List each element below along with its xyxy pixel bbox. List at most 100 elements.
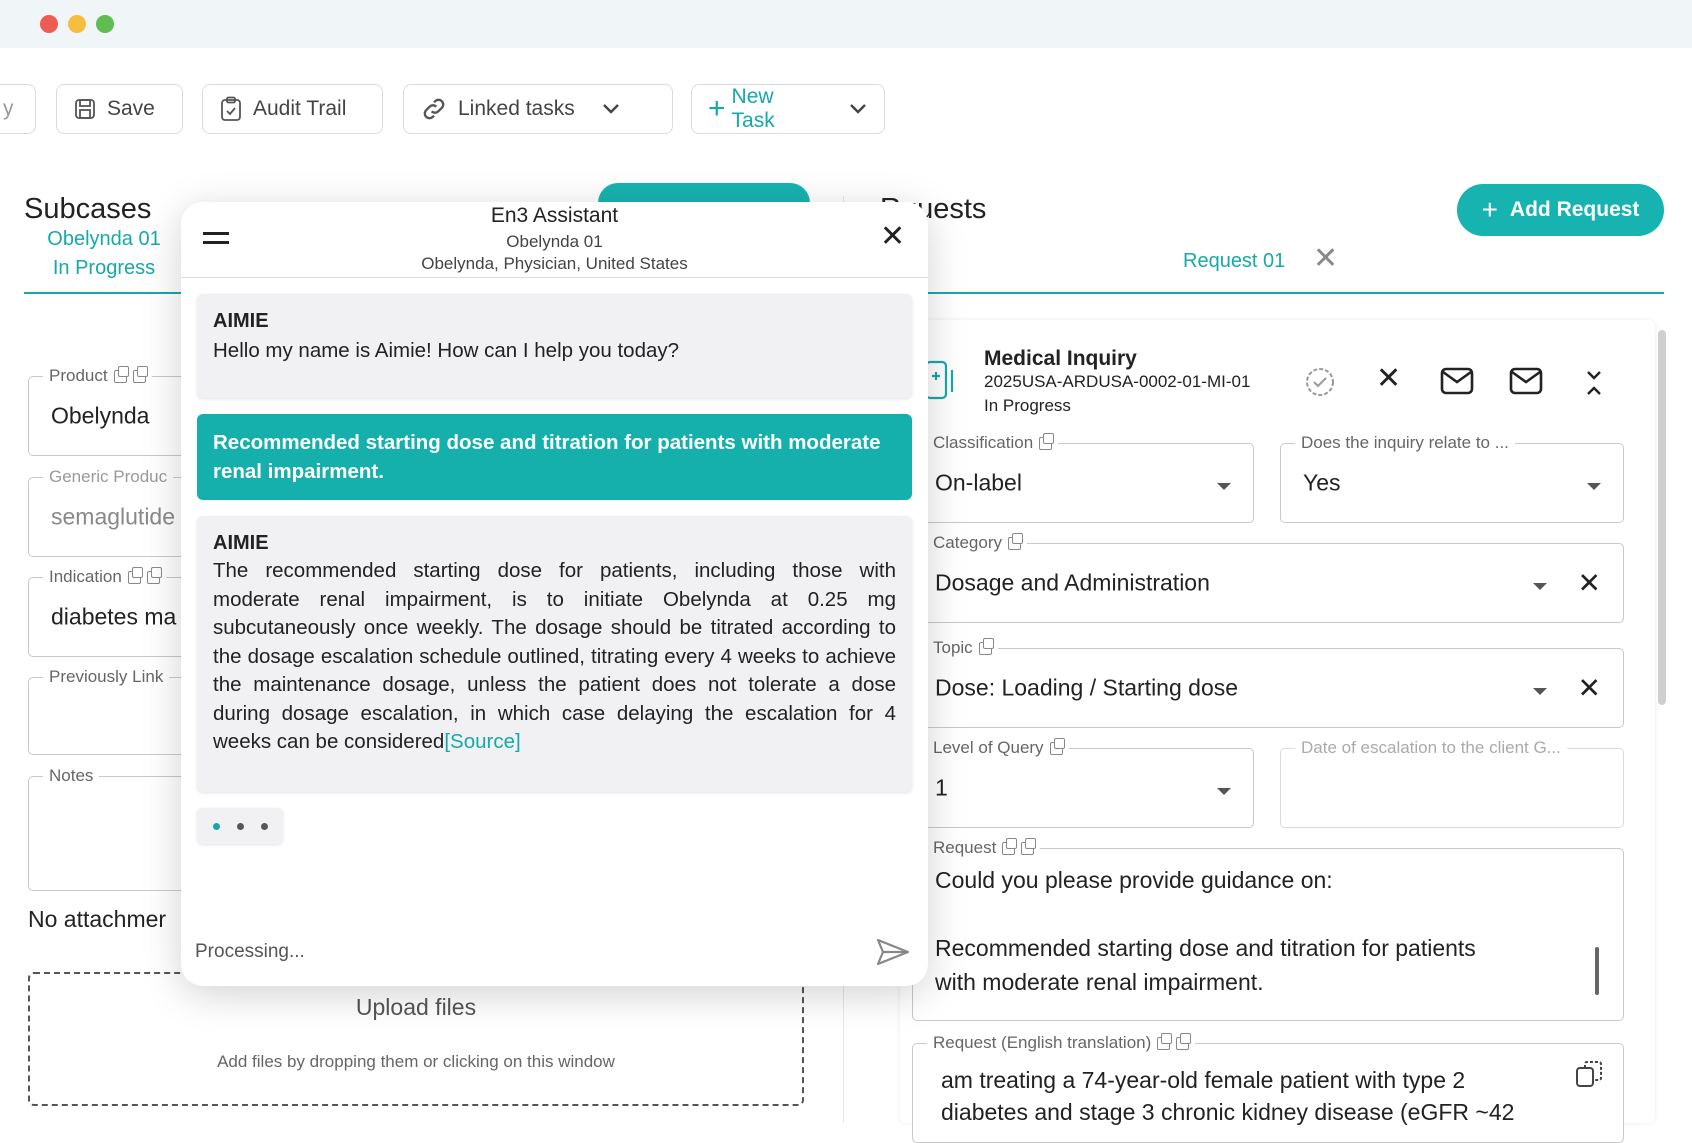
request-translation-label: Request (English translation): [927, 1032, 1196, 1053]
assistant-subtitle: Obelynda 01: [506, 232, 603, 251]
textarea-scrollbar[interactable]: [1595, 947, 1599, 995]
close-icon[interactable]: ✕: [1376, 364, 1401, 394]
source-link[interactable]: [Source]: [444, 730, 520, 753]
message-sender: AIMIE: [213, 310, 269, 332]
add-request-button[interactable]: + Add Request: [1457, 184, 1664, 236]
tab-request-01[interactable]: Request 01: [1183, 250, 1285, 273]
plus-icon: +: [1481, 194, 1498, 225]
maximize-window-button[interactable]: [96, 15, 114, 33]
add-request-label: Add Request: [1509, 198, 1640, 221]
level-of-query-value: 1: [935, 774, 948, 801]
audit-trail-button[interactable]: Audit Trail: [202, 84, 383, 134]
copy-icon: [127, 566, 143, 584]
linked-tasks-button[interactable]: Linked tasks: [403, 84, 673, 134]
copy-icon[interactable]: [1573, 1058, 1605, 1090]
copy-icon: [978, 637, 994, 655]
mail-icon[interactable]: [1509, 367, 1543, 395]
close-request-tab-icon[interactable]: ✕: [1313, 244, 1338, 274]
request-text: Could you please provide guidance on: Re…: [935, 867, 1476, 995]
send-icon[interactable]: [876, 938, 910, 966]
partial-toolbar-button[interactable]: y: [0, 84, 36, 134]
copy-icon: [1176, 1032, 1192, 1050]
clear-topic-icon[interactable]: ✕: [1578, 672, 1601, 705]
request-textarea[interactable]: Request Could you please provide guidanc…: [912, 837, 1624, 1021]
assistant-message: AIMIE Hello my name is Aimie! How can I …: [197, 294, 912, 398]
check-circle-icon[interactable]: [1304, 366, 1336, 398]
link-icon: [423, 98, 445, 120]
minimize-window-button[interactable]: [68, 15, 86, 33]
tab-subcase-obelynda-01[interactable]: Obelynda 01 In Progress: [24, 228, 184, 280]
topic-label: Topic: [927, 637, 998, 658]
linked-tasks-label: Linked tasks: [458, 97, 575, 120]
message-text: The recommended starting dose for patien…: [213, 559, 896, 753]
save-button[interactable]: Save: [56, 84, 183, 134]
inquiry-relate-select[interactable]: Does the inquiry relate to ... Yes: [1280, 433, 1624, 523]
partial-toolbar-label: y: [3, 97, 14, 120]
escalation-date-field[interactable]: Date of escalation to the client G...: [1280, 738, 1624, 828]
user-message: Recommended starting dose and titration …: [197, 414, 912, 500]
upload-dropzone[interactable]: Upload files Add files by dropping them …: [28, 972, 804, 1106]
indication-value: diabetes ma: [51, 603, 177, 630]
request-translation-text: am treating a 74-year-old female patient…: [941, 1067, 1515, 1125]
card-title: Medical Inquiry: [984, 347, 1137, 370]
category-select[interactable]: Category Dosage and Administration ✕: [912, 532, 1624, 623]
inquiry-relate-value: Yes: [1303, 469, 1341, 496]
close-window-button[interactable]: [40, 15, 58, 33]
chevron-down-icon: [602, 104, 619, 114]
generic-product-value: semaglutide: [51, 503, 176, 530]
copy-icon: [132, 365, 148, 383]
no-attachments-text: No attachmer: [28, 906, 167, 932]
chevron-down-icon: [850, 104, 866, 114]
chat-input[interactable]: Processing...: [195, 941, 305, 963]
level-of-query-select[interactable]: Level of Query 1: [912, 737, 1254, 828]
topic-value: Dose: Loading / Starting dose: [935, 674, 1239, 701]
assistant-title: En3 Assistant: [490, 204, 619, 227]
topic-select[interactable]: Topic Dose: Loading / Starting dose ✕: [912, 637, 1624, 728]
upload-hint: Add files by dropping them or clicking o…: [217, 1052, 615, 1071]
classification-select[interactable]: Classification On-label: [912, 432, 1254, 523]
card-status: In Progress: [984, 396, 1071, 415]
dropdown-caret-icon: [1533, 688, 1547, 695]
copy-icon: [1021, 837, 1037, 855]
new-task-button[interactable]: + New Task: [691, 84, 885, 134]
message-text: Hello my name is Aimie! How can I help y…: [213, 339, 680, 362]
dropdown-caret-icon: [1217, 788, 1231, 795]
save-icon: [75, 99, 95, 119]
category-label: Category: [927, 532, 1027, 553]
copy-icon: [113, 365, 129, 383]
copy-icon: [1007, 532, 1023, 550]
copy-icon: [1002, 837, 1018, 855]
notes-label: Notes: [43, 766, 100, 786]
clipboard-check-icon: [221, 96, 241, 121]
card-id: 2025USA-ARDUSA-0002-01-MI-01: [984, 372, 1251, 391]
copy-icon: [146, 566, 162, 584]
plus-icon: +: [708, 92, 726, 125]
new-task-label: New Task: [731, 85, 775, 132]
generic-product-label: Generic Produc: [43, 467, 174, 487]
message-sender: AIMIE: [213, 532, 269, 554]
subcases-title: Subcases: [24, 193, 152, 225]
page-scrollbar[interactable]: [1658, 330, 1666, 705]
request-label: Request: [927, 837, 1041, 858]
audit-trail-label: Audit Trail: [253, 97, 347, 120]
collapse-icon[interactable]: [1585, 370, 1603, 396]
clear-category-icon[interactable]: ✕: [1578, 567, 1601, 600]
subcase-tab-underline: [24, 292, 184, 294]
indication-field-label: Indication: [43, 566, 166, 587]
mail-icon[interactable]: [1440, 367, 1474, 395]
escalation-date-label: Date of escalation to the client G...: [1295, 738, 1567, 758]
close-assistant-icon[interactable]: ✕: [880, 222, 905, 252]
assistant-message: AIMIE The recommended starting dose for …: [197, 516, 912, 792]
request-translation-textarea[interactable]: Request (English translation) am treatin…: [912, 1032, 1624, 1143]
classification-value: On-label: [935, 469, 1022, 496]
dropdown-caret-icon: [1587, 483, 1601, 490]
previously-linked-label: Previously Link: [43, 667, 170, 687]
subcase-tab-status: In Progress: [52, 257, 156, 279]
assistant-header: En3 Assistant Obelynda 01 Obelynda, Phys…: [181, 204, 928, 274]
dropdown-caret-icon: [1217, 483, 1231, 490]
product-field-label: Product: [43, 365, 152, 386]
product-value: Obelynda: [51, 402, 150, 429]
dropdown-caret-icon: [1533, 583, 1547, 590]
save-label: Save: [107, 97, 155, 120]
subcase-tab-name: Obelynda 01: [47, 228, 161, 250]
